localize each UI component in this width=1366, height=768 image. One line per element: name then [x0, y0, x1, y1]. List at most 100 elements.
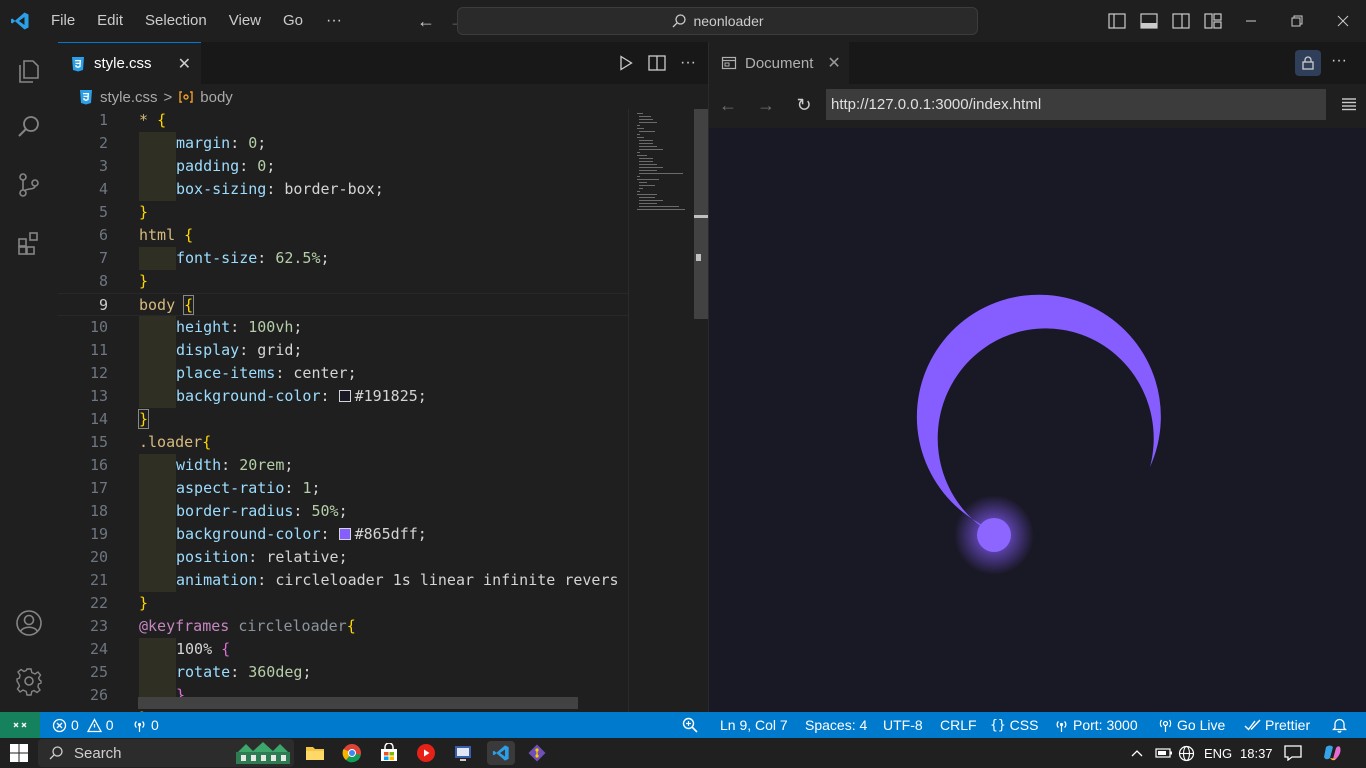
- run-icon[interactable]: [618, 55, 634, 71]
- notifications-icon[interactable]: [1284, 738, 1302, 768]
- chrome-icon[interactable]: [339, 741, 365, 765]
- indentation[interactable]: Spaces: 4: [805, 712, 867, 738]
- customize-layout-icon[interactable]: [1201, 9, 1225, 33]
- youtube-icon[interactable]: [413, 741, 439, 765]
- copilot-icon[interactable]: [1322, 738, 1344, 768]
- preview-tab-label: Document: [745, 54, 814, 72]
- editor-more-actions-icon[interactable]: ···: [680, 54, 696, 72]
- settings-gear-icon[interactable]: [0, 656, 58, 706]
- taskbar-search[interactable]: Search: [38, 739, 294, 767]
- back-arrow-icon[interactable]: ←: [410, 11, 442, 32]
- search-view-icon[interactable]: [0, 102, 58, 152]
- code-line: 2 margin: 0;: [58, 132, 628, 155]
- error-icon: [52, 718, 67, 732]
- color-swatch[interactable]: [338, 528, 351, 540]
- simple-browser-panel: Document ✕ ··· ← → ↻: [708, 42, 1366, 712]
- code-line: 16 width: 20rem;: [58, 454, 628, 477]
- preview-page: [709, 128, 1366, 712]
- code-line: 18 border-radius: 50%;: [58, 500, 628, 523]
- search-highlight-icon: [236, 742, 290, 764]
- warning-count: 0: [105, 717, 114, 733]
- go-live-button[interactable]: Go Live: [1158, 712, 1225, 738]
- status-bar: 0 0 0 Ln 9, Col 7 Spaces: 4 UTF-8 CRLF {…: [0, 712, 1366, 738]
- activity-bar: [0, 42, 58, 712]
- browser-icon: [721, 56, 737, 70]
- css-file-icon: [80, 90, 92, 105]
- globe-icon[interactable]: [1178, 738, 1195, 768]
- close-window-icon[interactable]: [1320, 0, 1366, 42]
- toggle-panel-icon[interactable]: [1137, 9, 1161, 33]
- scrollbar-thumb[interactable]: [694, 109, 708, 319]
- vscode-taskbar-icon[interactable]: [487, 741, 515, 765]
- zoom-icon[interactable]: [682, 712, 698, 738]
- remote-indicator-icon[interactable]: [0, 712, 40, 738]
- store-icon[interactable]: [376, 741, 402, 765]
- preview-more-actions-icon[interactable]: ···: [1331, 52, 1347, 70]
- split-editor-icon[interactable]: [648, 55, 666, 71]
- tray-chevron-icon[interactable]: [1130, 738, 1144, 768]
- breadcrumb: style.css > body: [78, 86, 233, 108]
- cursor-position[interactable]: Ln 9, Col 7: [720, 712, 788, 738]
- end-of-line[interactable]: CRLF: [940, 712, 977, 738]
- breadcrumb-file[interactable]: style.css: [100, 89, 158, 106]
- breadcrumb-symbol[interactable]: body: [200, 89, 233, 106]
- clock[interactable]: 18:37: [1240, 738, 1273, 768]
- preview-tab-close-icon[interactable]: ✕: [827, 53, 840, 73]
- color-swatch[interactable]: [338, 390, 351, 402]
- taskbar-search-label: Search: [74, 744, 122, 762]
- broadcast-icon: [1056, 720, 1067, 732]
- extensions-icon[interactable]: [0, 218, 58, 268]
- minimap[interactable]: [628, 109, 690, 712]
- preview-forward-icon[interactable]: →: [747, 89, 785, 121]
- command-center-search[interactable]: neonloader: [457, 7, 978, 35]
- reload-icon[interactable]: ↻: [785, 89, 823, 121]
- more-menus-button[interactable]: ···: [314, 12, 354, 30]
- breadcrumb-separator: >: [163, 88, 173, 106]
- menu-selection[interactable]: Selection: [134, 0, 218, 42]
- current-code-line: 9 body {: [58, 293, 628, 316]
- url-field[interactable]: [826, 89, 1326, 120]
- ports-indicator[interactable]: 0: [132, 712, 159, 738]
- port-indicator[interactable]: Port: 3000: [1054, 712, 1138, 738]
- code-line: 25 rotate: 360deg;: [58, 661, 628, 684]
- problems-indicator[interactable]: 0 0: [52, 712, 114, 738]
- vertical-scrollbar[interactable]: [690, 109, 708, 712]
- language-mode[interactable]: {} CSS: [990, 712, 1038, 738]
- toggle-secondary-sidebar-icon[interactable]: [1169, 9, 1193, 33]
- hamburger-menu-icon[interactable]: [1337, 92, 1361, 116]
- code-line: 14}: [89, 409, 150, 429]
- windows-start-icon[interactable]: [6, 741, 32, 765]
- battery-icon[interactable]: [1155, 738, 1173, 768]
- toggle-primary-sidebar-icon[interactable]: [1105, 9, 1129, 33]
- input-language[interactable]: ENG: [1204, 738, 1232, 768]
- code-editor[interactable]: 1 * { 2 margin: 0; 3 padding: 0; 4 box-sizin…: [58, 109, 628, 712]
- app-icon[interactable]: [450, 741, 476, 765]
- tab-close-icon[interactable]: ✕: [178, 54, 191, 74]
- css-file-icon: [72, 56, 84, 71]
- menu-go[interactable]: Go: [272, 0, 314, 42]
- code-line: 7 font-size: 62.5%;: [58, 247, 628, 270]
- preview-back-icon[interactable]: ←: [709, 89, 747, 121]
- code-line: 23 @keyframes circleloader{: [89, 617, 356, 635]
- symbol-icon: [179, 91, 193, 103]
- code-line: 22}: [89, 594, 149, 612]
- explorer-icon[interactable]: [0, 46, 58, 96]
- menu-file[interactable]: File: [40, 0, 86, 42]
- notifications-bell-icon[interactable]: [1332, 712, 1347, 738]
- menu-edit[interactable]: Edit: [86, 0, 134, 42]
- accounts-icon[interactable]: [0, 598, 58, 648]
- tab-style-css[interactable]: style.css ✕: [58, 42, 201, 84]
- file-explorer-icon[interactable]: [302, 741, 328, 765]
- git-app-icon[interactable]: [524, 741, 550, 765]
- encoding[interactable]: UTF-8: [883, 712, 923, 738]
- tab-document[interactable]: Document ✕: [709, 42, 849, 84]
- restore-icon[interactable]: [1274, 0, 1320, 42]
- minimize-icon[interactable]: [1228, 0, 1274, 42]
- antenna-icon: [1159, 719, 1172, 732]
- source-control-icon[interactable]: [0, 160, 58, 210]
- prettier-button[interactable]: Prettier: [1244, 712, 1310, 738]
- menu-view[interactable]: View: [218, 0, 272, 42]
- lock-icon[interactable]: [1295, 50, 1321, 76]
- horizontal-scrollbar[interactable]: [138, 697, 578, 709]
- preview-tab-bar: Document ✕ ···: [709, 42, 1366, 84]
